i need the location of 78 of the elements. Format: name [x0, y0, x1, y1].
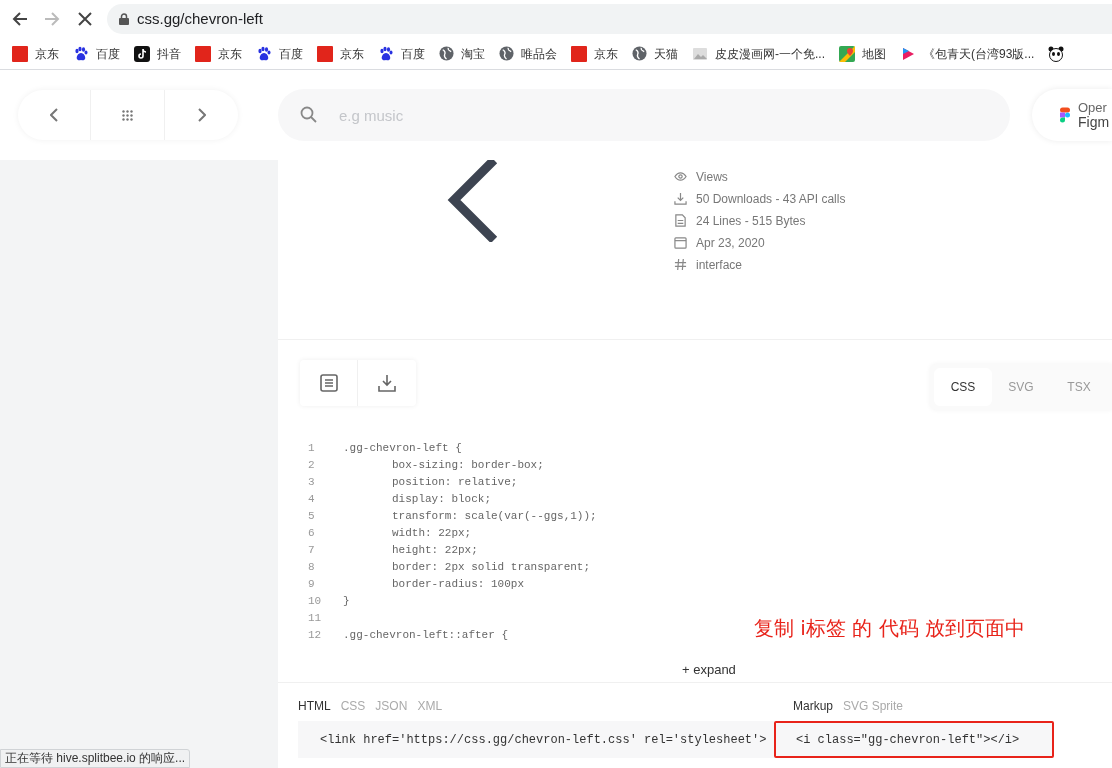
lock-icon [119, 13, 129, 25]
bookmark-item[interactable]: 唯品会 [499, 44, 557, 63]
download-icon [378, 374, 396, 392]
bookmark-item[interactable]: 《包青天(台湾93版... [900, 44, 1035, 63]
paw-icon [256, 45, 272, 62]
back-arrow-icon[interactable] [11, 10, 29, 28]
bookmark-item[interactable]: 京东 [571, 44, 618, 63]
jd-logo-icon [195, 45, 211, 62]
grid-dots-icon [122, 109, 133, 121]
format-tab[interactable]: HTML [298, 697, 331, 715]
code-line: box-sizing: border-box; [391, 458, 544, 473]
figma-button[interactable]: Oper Figm [1032, 89, 1112, 141]
markup-code-field[interactable]: <i class="gg-chevron-left"></i> [774, 721, 1054, 758]
calendar-icon [674, 236, 687, 249]
format-tab[interactable]: Markup [793, 697, 833, 715]
line-number: 6 [308, 526, 316, 541]
line-number: 4 [308, 492, 316, 507]
line-number: 7 [308, 543, 316, 558]
image-icon [692, 45, 708, 62]
line-number: 2 [308, 458, 316, 473]
meta-text: 50 Downloads - 43 API calls [696, 190, 846, 208]
code-line: border-radius: 100px [391, 577, 525, 592]
hash-icon [674, 258, 687, 271]
music-note-icon [134, 45, 150, 62]
expand-link[interactable]: + expand [682, 662, 736, 678]
bookmark-item[interactable]: 京东 [12, 44, 59, 63]
line-number: 9 [308, 577, 316, 592]
meta-text: Views [696, 168, 728, 186]
status-bubble: 正在等待 hive.splitbee.io 的响应... [0, 749, 191, 768]
jd-logo-icon [571, 45, 587, 62]
code-line: height: 22px; [391, 543, 478, 558]
bookmark-item[interactable]: 京东 [195, 44, 242, 63]
meta-text: interface [696, 256, 743, 274]
code-line: width: 22px; [391, 526, 472, 541]
bookmark-item[interactable]: 京东 [317, 44, 364, 63]
map-pin-icon [839, 45, 855, 62]
line-number: 5 [308, 509, 316, 524]
line-number: 3 [308, 475, 316, 490]
globe-icon [499, 46, 514, 61]
line-number: 1 [308, 441, 316, 456]
meta-text: 24 Lines - 515 Bytes [696, 212, 806, 230]
code-line: border: 2px solid transparent; [391, 560, 591, 575]
address-bar[interactable]: css.gg/chevron-left [107, 4, 1112, 34]
globe-icon [632, 46, 647, 61]
eye-icon [674, 170, 687, 183]
meta-text: Apr 23, 2020 [696, 234, 765, 252]
bookmark-item[interactable]: 天猫 [632, 44, 678, 63]
paw-icon [73, 45, 89, 62]
jd-logo-icon [12, 45, 28, 62]
code-tab[interactable]: CSS [934, 368, 992, 406]
download-icon [674, 192, 687, 205]
bookmark-item[interactable]: 百度 [73, 44, 120, 63]
embed-code-field[interactable]: <link href='https://css.gg/chevron-left.css' rel='stylesheet'> [298, 721, 774, 758]
chevron-right-icon [197, 108, 206, 122]
paw-icon [378, 45, 394, 62]
bookmark-item[interactable]: 地图 [839, 44, 886, 63]
play-icon [900, 45, 916, 62]
panda-icon[interactable] [1048, 45, 1065, 62]
bookmark-item[interactable]: 百度 [378, 44, 425, 63]
url-text: css.gg/chevron-left [137, 8, 263, 29]
line-number: 8 [308, 560, 316, 575]
code-line: .gg-chevron-left { [342, 441, 462, 456]
annotation-text: 复制 i标签 的 代码 放到页面中 [754, 615, 1025, 642]
figma-logo-icon [1060, 107, 1070, 123]
chevron-left-icon [50, 108, 58, 122]
code-line: transform: scale(var(--ggs,1)); [391, 509, 597, 524]
bookmark-item[interactable]: 抖音 [134, 44, 181, 63]
code-line: display: block; [391, 492, 492, 507]
document-icon [319, 374, 338, 392]
globe-icon [439, 46, 454, 61]
bookmark-item[interactable]: 皮皮漫画网-一个免... [692, 44, 825, 63]
search-icon [300, 106, 317, 123]
code-line: position: relative; [391, 475, 518, 490]
jd-logo-icon [317, 45, 333, 62]
document-icon [674, 214, 687, 227]
bookmark-item[interactable]: 淘宝 [439, 44, 485, 63]
close-icon[interactable] [78, 12, 92, 26]
bookmark-item[interactable]: 百度 [256, 44, 303, 63]
